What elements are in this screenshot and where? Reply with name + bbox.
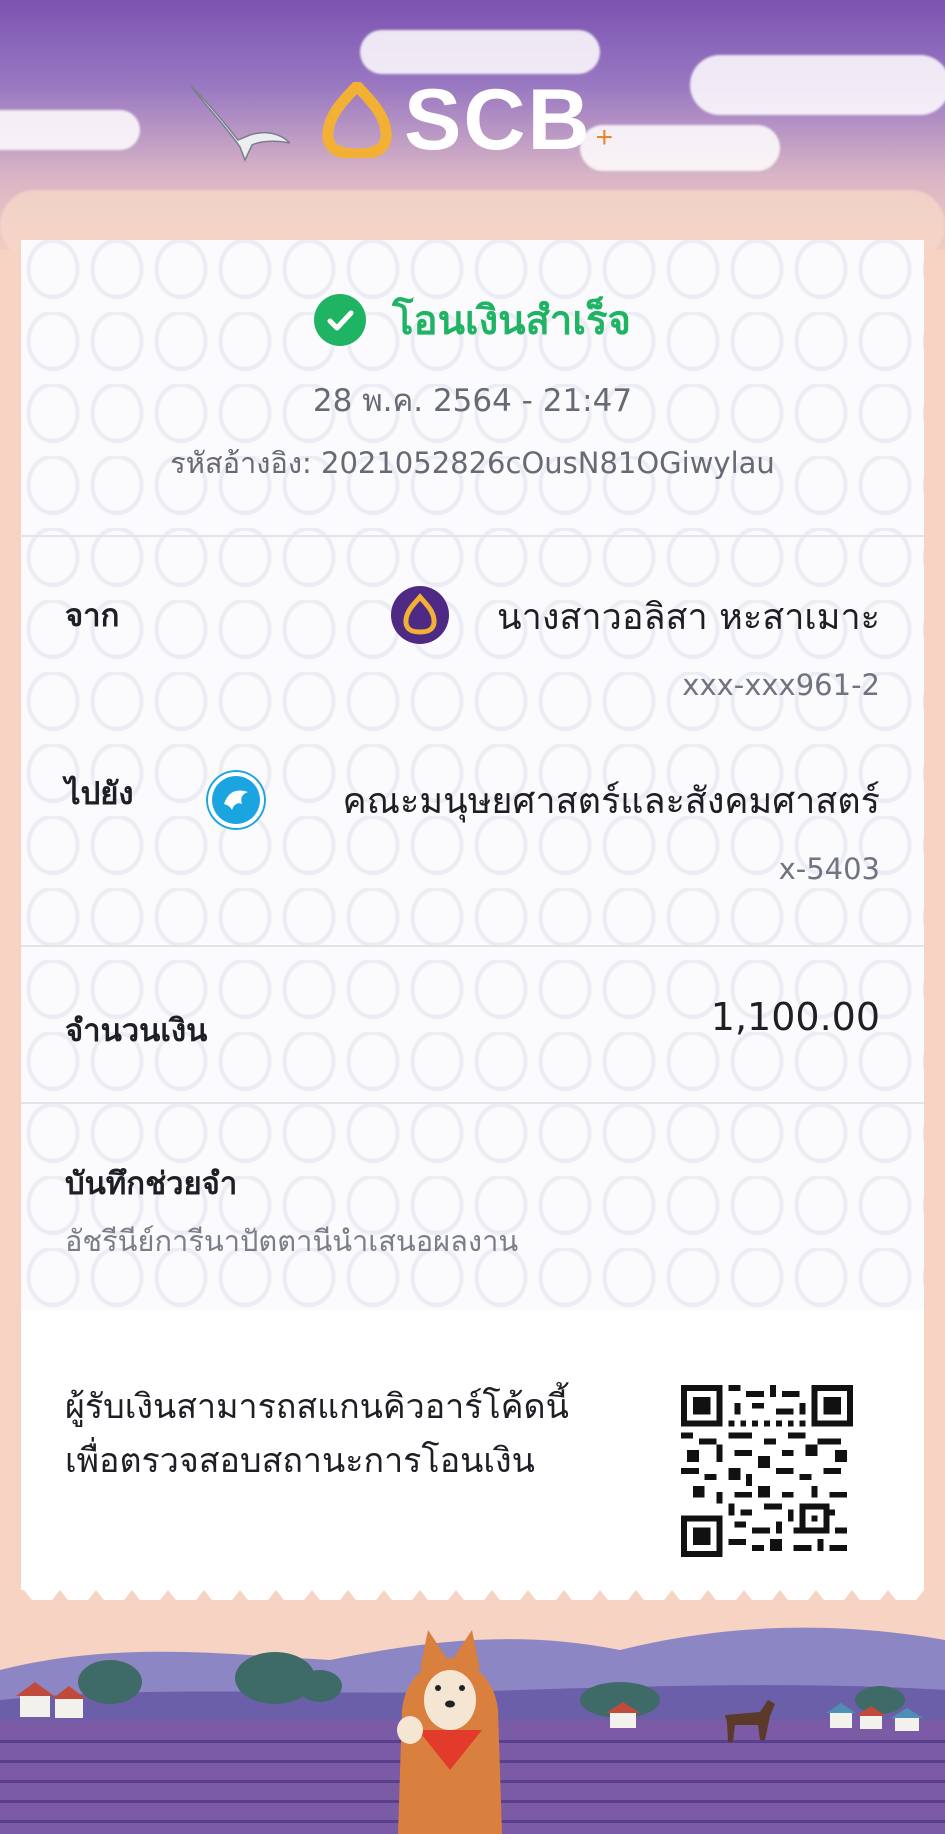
memo-value: อัชรีนีย์การีนาปัตตานีนำเสนอผลงาน	[65, 1224, 519, 1258]
reference-label: รหัสอ้างอิง:	[170, 446, 312, 480]
sender-account: xxx-xxx961-2	[682, 668, 880, 702]
verification-qr-code[interactable]	[681, 1385, 853, 1557]
qr-instruction-line1: ผู้รับเงินสามารถสแกนคิวอาร์โค้ดนี้	[65, 1387, 569, 1427]
divider	[21, 945, 924, 947]
amount-label: จำนวนเงิน	[65, 1013, 208, 1049]
recipient-name: คณะมนุษยศาสตร์และสังคมศาสตร์	[342, 781, 880, 822]
scb-logo-icon	[322, 82, 392, 158]
scb-logo: SCB +	[322, 72, 614, 168]
lavender-field-illustration	[0, 1600, 945, 1834]
cloud	[0, 110, 140, 150]
qr-instruction: ผู้รับเงินสามารถสแกนคิวอาร์โค้ดนี้ เพื่อ…	[65, 1380, 625, 1488]
bird-icon	[190, 85, 290, 162]
transfer-status: โอนเงินสำเร็จ	[21, 288, 924, 352]
amount-value: 1,100.00	[710, 995, 880, 1039]
from-label: จาก	[65, 598, 120, 634]
status-text: โอนเงินสำเร็จ	[392, 298, 631, 344]
memo-label: บันทึกช่วยจำ	[65, 1166, 238, 1202]
cloud	[690, 55, 945, 115]
ktb-bank-icon	[206, 770, 266, 830]
divider	[21, 1102, 924, 1104]
reference-row: รหัสอ้างอิง: 2021052826cOusN81OGiwylau	[21, 440, 924, 486]
recipient-account: x-5403	[778, 852, 880, 886]
cloud	[360, 30, 600, 74]
check-circle-icon	[314, 294, 367, 346]
to-label: ไปยัง	[65, 776, 134, 812]
transaction-datetime: 28 พ.ค. 2564 - 21:47	[312, 383, 633, 419]
reference-value: 2021052826cOusN81OGiwylau	[321, 446, 775, 480]
header-banner: SCB +	[0, 0, 945, 250]
brand-plus: +	[595, 121, 614, 154]
receipt-card: โอนเงินสำเร็จ 28 พ.ค. 2564 - 21:47 รหัสอ…	[21, 240, 924, 1590]
scb-bank-icon	[391, 586, 449, 644]
sender-name: นางสาวอลิสา หะสาเมาะ	[497, 597, 880, 638]
qr-instruction-line2: เพื่อตรวจสอบสถานะการโอนเงิน	[65, 1441, 535, 1481]
brand-name: SCB	[404, 72, 592, 168]
divider	[21, 535, 924, 537]
